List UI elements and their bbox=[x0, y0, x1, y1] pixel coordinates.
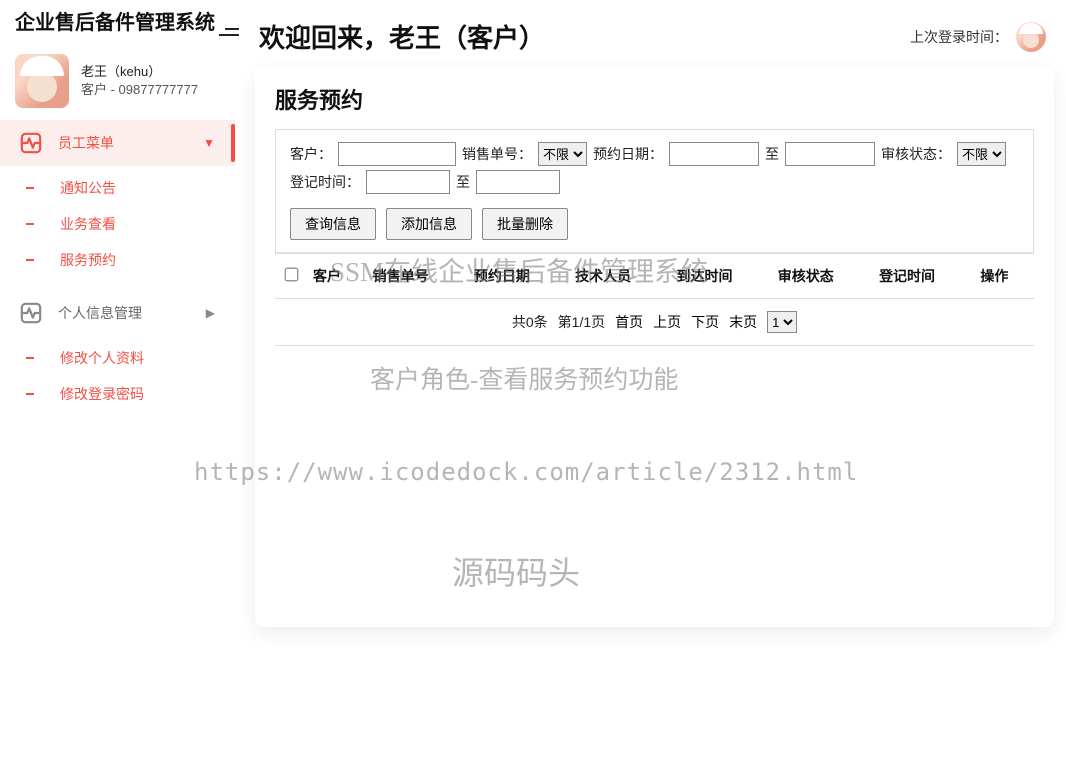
submenu-personal: 修改个人资料 修改登录密码 bbox=[0, 336, 235, 416]
col-appoint-date: 预约日期 bbox=[468, 254, 569, 299]
audit-status-label: 审核状态： bbox=[881, 144, 951, 164]
user-info: 老王（kehu） 客户 - 09877777777 bbox=[81, 63, 198, 99]
page-title: 服务预约 bbox=[275, 83, 1034, 115]
batch-delete-button[interactable]: 批量删除 bbox=[482, 208, 568, 240]
chevron-down-icon: ▼ bbox=[203, 136, 215, 150]
user-display-name: 老王（kehu） bbox=[81, 63, 198, 81]
pulse-icon bbox=[20, 302, 42, 324]
customer-input[interactable] bbox=[338, 142, 456, 166]
col-audit-status: 审核状态 bbox=[772, 254, 873, 299]
menu-employee-label: 员工菜单 bbox=[58, 133, 203, 153]
menu-employee[interactable]: 员工菜单 ▼ bbox=[0, 120, 235, 166]
menu-toggle-icon[interactable] bbox=[219, 28, 243, 40]
sidebar-item-label: 服务预约 bbox=[60, 250, 116, 270]
table-header-row: 客户 销售单号 预约日期 技术人员 到达时间 审核状态 登记时间 操作 bbox=[275, 254, 1034, 299]
to-label-2: 至 bbox=[456, 172, 470, 192]
sidebar-item-label: 业务查看 bbox=[60, 214, 116, 234]
user-role-phone: 客户 - 09877777777 bbox=[81, 81, 198, 99]
pagination-total: 共0条 bbox=[512, 312, 548, 332]
sales-order-select[interactable]: 不限 bbox=[538, 142, 587, 166]
register-time-from-input[interactable] bbox=[366, 170, 450, 194]
pagination-prev[interactable]: 上页 bbox=[653, 312, 681, 332]
sidebar-item-edit-profile[interactable]: 修改个人资料 bbox=[0, 340, 235, 376]
welcome-text: 欢迎回来，老王（客户） bbox=[259, 18, 545, 55]
filter-box: 客户： 销售单号： 不限 预约日期： 至 审核状态： 不限 登记时间： bbox=[275, 129, 1034, 253]
col-actions: 操作 bbox=[974, 254, 1034, 299]
col-sales-order: 销售单号 bbox=[367, 254, 468, 299]
col-arrival-time: 到达时间 bbox=[670, 254, 771, 299]
submenu-employee: 通知公告 业务查看 服务预约 bbox=[0, 166, 235, 282]
dash-icon bbox=[26, 259, 34, 261]
sidebar-item-change-password[interactable]: 修改登录密码 bbox=[0, 376, 235, 412]
dash-icon bbox=[26, 223, 34, 225]
audit-status-select[interactable]: 不限 bbox=[957, 142, 1006, 166]
register-time-to-input[interactable] bbox=[476, 170, 560, 194]
sidebar-item-label: 修改登录密码 bbox=[60, 384, 144, 404]
select-all-checkbox[interactable] bbox=[284, 268, 298, 282]
pagination-last[interactable]: 末页 bbox=[729, 312, 757, 332]
pagination-first[interactable]: 首页 bbox=[615, 312, 643, 332]
dash-icon bbox=[26, 357, 34, 359]
pulse-icon bbox=[20, 132, 42, 154]
avatar-small[interactable] bbox=[1016, 22, 1046, 52]
button-row: 查询信息 添加信息 批量删除 bbox=[290, 208, 1019, 240]
pagination-page: 第1/1页 bbox=[558, 312, 605, 332]
col-technician: 技术人员 bbox=[569, 254, 670, 299]
menu-personal[interactable]: 个人信息管理 ▶ bbox=[0, 290, 235, 336]
pagination-next[interactable]: 下页 bbox=[691, 312, 719, 332]
last-login-label: 上次登录时间： bbox=[910, 27, 1008, 47]
avatar bbox=[15, 54, 69, 108]
app-title-text: 企业售后备件管理系统 bbox=[15, 12, 215, 34]
sidebar-item-label: 修改个人资料 bbox=[60, 348, 144, 368]
menu-personal-label: 个人信息管理 bbox=[58, 303, 206, 323]
sidebar-item-label: 通知公告 bbox=[60, 178, 116, 198]
menu-employee-section: 员工菜单 ▼ 通知公告 业务查看 服务预约 bbox=[0, 120, 235, 282]
chevron-right-icon: ▶ bbox=[206, 306, 215, 320]
last-login: 上次登录时间： bbox=[910, 22, 1046, 52]
add-button[interactable]: 添加信息 bbox=[386, 208, 472, 240]
col-register-time: 登记时间 bbox=[873, 254, 974, 299]
register-time-label: 登记时间： bbox=[290, 172, 360, 192]
app-title: 企业售后备件管理系统 bbox=[0, 0, 235, 46]
dash-icon bbox=[26, 187, 34, 189]
appoint-date-to-input[interactable] bbox=[785, 142, 875, 166]
col-customer: 客户 bbox=[307, 254, 367, 299]
user-card: 老王（kehu） 客户 - 09877777777 bbox=[0, 46, 235, 120]
data-table: 客户 销售单号 预约日期 技术人员 到达时间 审核状态 登记时间 操作 bbox=[275, 253, 1034, 299]
filter-row: 客户： 销售单号： 不限 预约日期： 至 审核状态： 不限 登记时间： bbox=[290, 142, 1019, 194]
pagination: 共0条 第1/1页 首页 上页 下页 末页 1 bbox=[275, 299, 1034, 346]
sales-order-label: 销售单号： bbox=[462, 144, 532, 164]
appoint-date-label: 预约日期： bbox=[593, 144, 663, 164]
appoint-date-from-input[interactable] bbox=[669, 142, 759, 166]
content-card: 服务预约 客户： 销售单号： 不限 预约日期： 至 审核状态： 不限 bbox=[255, 67, 1054, 627]
customer-label: 客户： bbox=[290, 144, 332, 164]
dash-icon bbox=[26, 393, 34, 395]
sidebar-item-notice[interactable]: 通知公告 bbox=[0, 170, 235, 206]
to-label: 至 bbox=[765, 144, 779, 164]
query-button[interactable]: 查询信息 bbox=[290, 208, 376, 240]
sidebar-item-business[interactable]: 业务查看 bbox=[0, 206, 235, 242]
pagination-page-select[interactable]: 1 bbox=[767, 311, 797, 333]
top-bar: 欢迎回来，老王（客户） 上次登录时间： bbox=[255, 0, 1054, 67]
sidebar-item-service-appointment[interactable]: 服务预约 bbox=[0, 242, 235, 278]
select-all-header bbox=[275, 254, 307, 299]
sidebar: 企业售后备件管理系统 老王（kehu） 客户 - 09877777777 员工菜… bbox=[0, 0, 235, 778]
main-content: 欢迎回来，老王（客户） 上次登录时间： 服务预约 客户： 销售单号： 不限 预约… bbox=[235, 0, 1066, 778]
menu-personal-section: 个人信息管理 ▶ 修改个人资料 修改登录密码 bbox=[0, 290, 235, 416]
